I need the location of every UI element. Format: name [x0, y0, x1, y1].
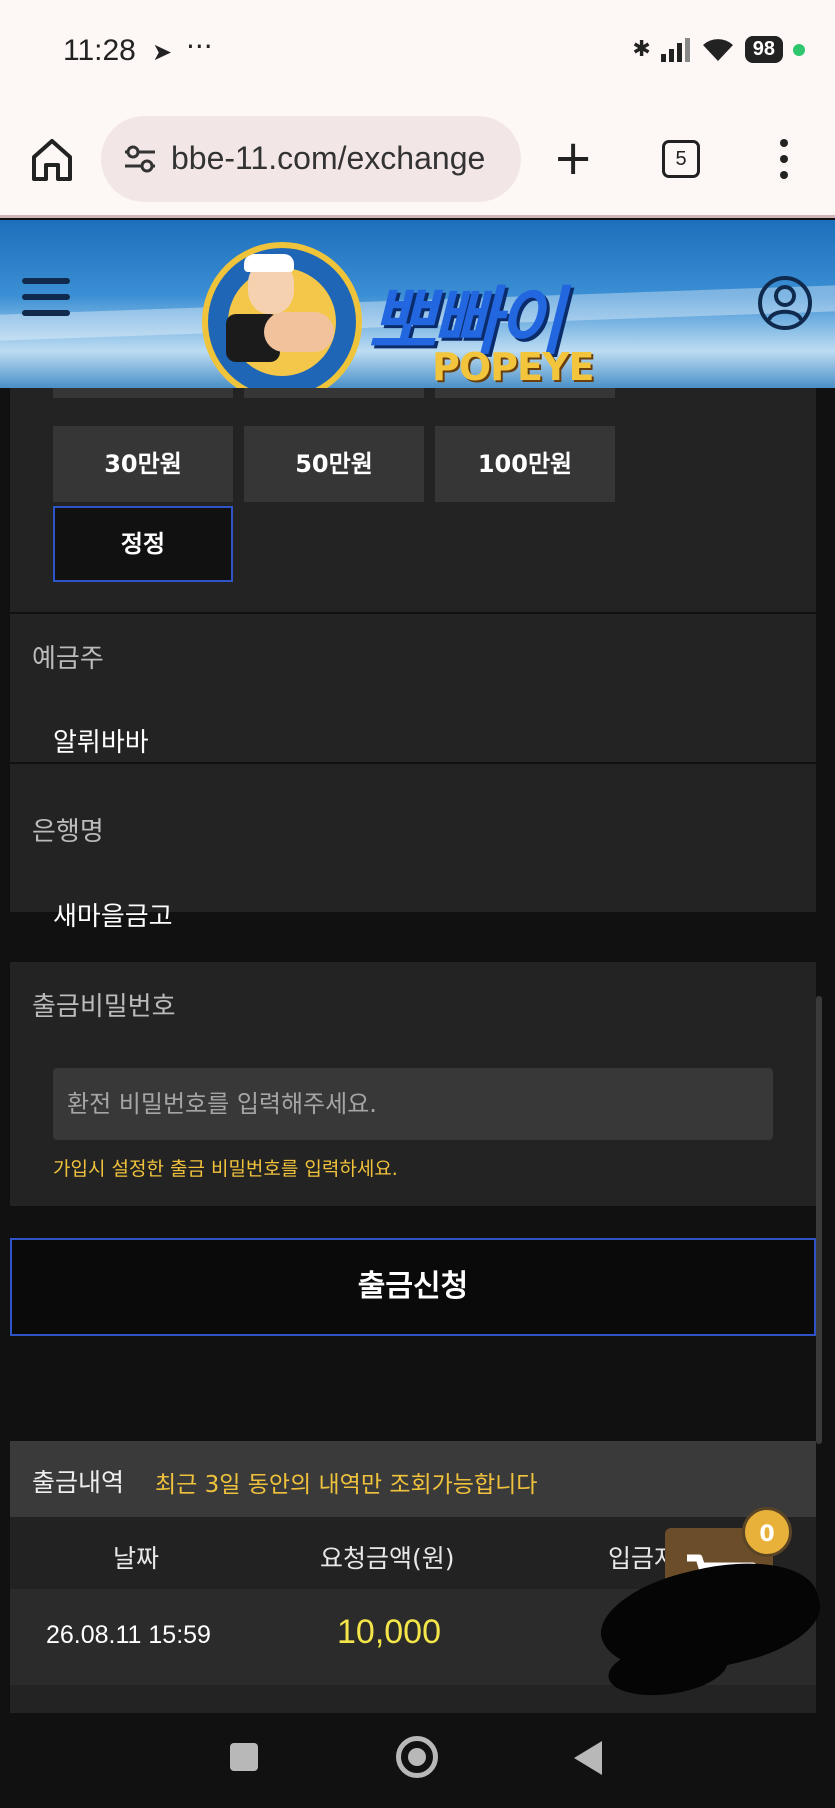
browser-toolbar: bbe-11.com/exchange + 5 [0, 105, 835, 218]
bank-value: 새마을금고 [53, 902, 173, 932]
back-icon[interactable] [574, 1741, 602, 1775]
password-hint: 가입시 설정한 출금 비밀번호를 입력하세요. [53, 1158, 398, 1180]
withdraw-submit-button[interactable]: 출금신청 [10, 1238, 816, 1336]
signal-icon [660, 37, 690, 62]
address-bar[interactable]: bbe-11.com/exchange [101, 116, 521, 202]
scrollbar[interactable] [816, 996, 822, 1444]
status-time: 11:28 [63, 34, 136, 67]
amount-row-above [53, 388, 233, 398]
exchange-content: 30만원 50만원 100만원 정정 예금주 알뤼바바 은행명 새마을금고 출금… [0, 388, 835, 1713]
amount-row-above [435, 388, 615, 398]
withdraw-password-input[interactable] [53, 1068, 773, 1140]
bluetooth-icon: ✱ [632, 37, 651, 62]
column-date: 날짜 [113, 1544, 160, 1573]
column-amount: 요청금액(원) [320, 1544, 455, 1573]
hamburger-menu-icon[interactable] [22, 278, 70, 318]
wifi-icon [702, 38, 733, 61]
recents-icon[interactable] [230, 1743, 258, 1771]
depositor-label: 예금주 [32, 644, 104, 674]
status-bar: 11:28 ➤ ··· ✱ 98 [0, 0, 835, 105]
home-nav-icon[interactable] [396, 1736, 438, 1778]
status-more: ··· [186, 30, 213, 63]
history-title: 출금내역 [32, 1468, 125, 1497]
site-header: 뽀빠이 POPEYE [0, 220, 835, 388]
amount-button-100[interactable]: 100만원 [435, 426, 615, 502]
reset-amount-button[interactable]: 정정 [53, 506, 233, 582]
depositor-value: 알뤼바바 [53, 728, 149, 758]
bank-panel [10, 764, 816, 912]
password-label: 출금비밀번호 [32, 992, 176, 1022]
status-icons: ✱ 98 [632, 36, 805, 63]
browser-menu-icon[interactable] [774, 135, 794, 183]
logo-subtitle: POPEYE [432, 345, 594, 388]
history-note: 최근 3일 동안의 내역만 조회가능합니다 [155, 1472, 538, 1498]
amount-button-30[interactable]: 30만원 [53, 426, 233, 502]
cart-count-badge: 0 [742, 1507, 792, 1557]
home-icon[interactable] [28, 135, 76, 183]
amount-button-50[interactable]: 50만원 [244, 426, 424, 502]
popeye-logo-emblem[interactable] [202, 242, 362, 388]
privacy-dot [793, 43, 805, 56]
telegram-icon: ➤ [152, 38, 173, 66]
tab-switcher-button[interactable]: 5 [662, 140, 700, 178]
battery-indicator: 98 [744, 36, 783, 63]
history-header: 출금내역 최근 3일 동안의 내역만 조회가능합니다 [10, 1441, 816, 1517]
system-nav-bar [0, 1713, 835, 1808]
user-account-icon[interactable] [756, 274, 814, 332]
table-row [10, 1685, 816, 1713]
bank-label: 은행명 [32, 817, 104, 847]
site-settings-icon[interactable] [123, 143, 157, 175]
new-tab-icon[interactable]: + [553, 134, 593, 182]
history-amount: 10,000 [337, 1613, 441, 1651]
amount-row-above [244, 388, 424, 398]
url-text: bbe-11.com/exchange [171, 140, 486, 176]
history-date: 26.08.11 15:59 [46, 1621, 211, 1649]
